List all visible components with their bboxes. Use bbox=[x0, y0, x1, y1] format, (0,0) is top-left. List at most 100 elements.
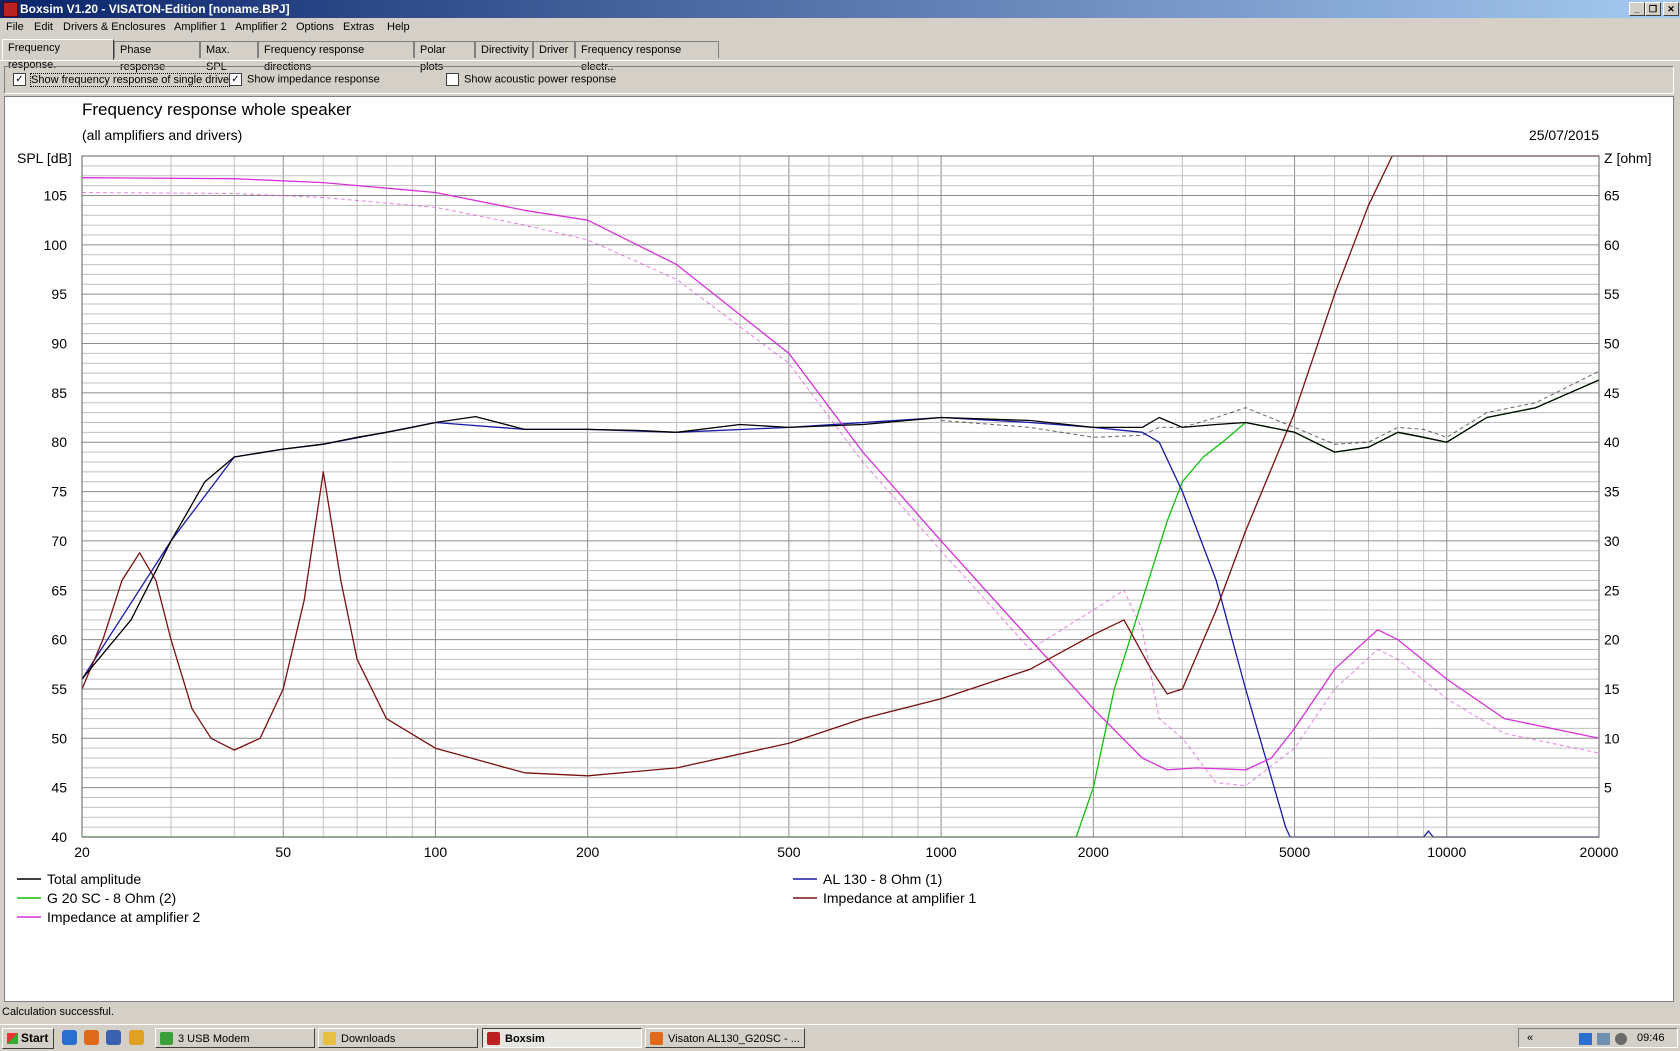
app-icon bbox=[3, 2, 18, 17]
media-icon[interactable] bbox=[129, 1030, 144, 1045]
y-tick-label: 65 bbox=[51, 582, 67, 598]
frequency-response-chart: Frequency response whole speaker (all am… bbox=[17, 100, 1651, 925]
tab-driver[interactable]: Driver bbox=[533, 41, 575, 58]
desktop-icon[interactable] bbox=[106, 1030, 121, 1045]
menu-help[interactable]: Help bbox=[387, 21, 410, 33]
clock[interactable]: 09:46 bbox=[1637, 1032, 1665, 1044]
impedance-checkbox[interactable]: ✓ Show impedance response bbox=[229, 73, 380, 86]
y2-tick-label: 15 bbox=[1604, 681, 1620, 697]
y2-tick-label: 65 bbox=[1604, 187, 1620, 203]
start-button[interactable]: Start bbox=[2, 1028, 54, 1049]
y-tick-label: 85 bbox=[51, 385, 67, 401]
single-driver-checkbox[interactable]: ✓ Show frequency response of single drive bbox=[13, 72, 231, 87]
network-icon[interactable] bbox=[1579, 1033, 1592, 1045]
y2-tick-label: 55 bbox=[1604, 286, 1620, 302]
volume-icon[interactable] bbox=[1597, 1033, 1610, 1045]
modem-icon bbox=[160, 1032, 173, 1045]
checkbox-box: ✓ bbox=[13, 73, 26, 86]
menu-edit[interactable]: Edit bbox=[34, 21, 53, 33]
firefox-icon[interactable] bbox=[84, 1030, 99, 1045]
single-driver-label: Show frequency response of single drive bbox=[29, 72, 231, 87]
window-title: Boxsim V1.20 - VISATON-Edition [noname.B… bbox=[20, 2, 290, 16]
menu-amplifier-1[interactable]: Amplifier 1 bbox=[174, 21, 226, 33]
series-line-imp2_dashed bbox=[81, 192, 1600, 787]
menu-amplifier-2[interactable]: Amplifier 2 bbox=[235, 21, 287, 33]
menu-options[interactable]: Options bbox=[296, 21, 334, 33]
checkbox-box: ✓ bbox=[229, 73, 242, 86]
close-icon[interactable]: ✕ bbox=[1663, 2, 1679, 16]
ie-icon[interactable] bbox=[62, 1030, 77, 1045]
task-label: Downloads bbox=[341, 1033, 396, 1045]
chart-title: Frequency response whole speaker bbox=[82, 100, 352, 119]
x-tick-label: 200 bbox=[576, 844, 600, 860]
legend-label: AL 130 - 8 Ohm (1) bbox=[823, 871, 942, 887]
tab-frequency-response-directions[interactable]: Frequency response directions bbox=[258, 41, 414, 73]
y2-axis-label: Z [ohm] bbox=[1604, 150, 1651, 166]
y2-tick-label: 45 bbox=[1604, 385, 1620, 401]
checkbox-box bbox=[446, 73, 459, 86]
y-tick-label: 50 bbox=[51, 730, 67, 746]
plot-frame bbox=[81, 155, 1600, 838]
task-usb-modem[interactable]: 3 USB Modem bbox=[155, 1028, 315, 1048]
y2-tick-label: 10 bbox=[1604, 730, 1620, 746]
axis-ticks: 20 50 100 200 500 1000 2000 5000 10000 20000 40 45 5… bbox=[44, 187, 1620, 860]
task-label: Visaton AL130_G20SC - ... bbox=[668, 1033, 800, 1045]
menu-extras[interactable]: Extras bbox=[343, 21, 374, 33]
tab-directivity[interactable]: Directivity bbox=[475, 41, 533, 58]
y-tick-label: 45 bbox=[51, 780, 67, 796]
x-tick-label: 50 bbox=[275, 844, 291, 860]
tab-max-spl[interactable]: Max. SPL bbox=[200, 41, 258, 73]
chart-grid bbox=[81, 155, 1600, 838]
acoustic-power-checkbox[interactable]: Show acoustic power response bbox=[446, 73, 616, 86]
restore-icon[interactable]: ❐ bbox=[1645, 2, 1661, 16]
task-downloads[interactable]: Downloads bbox=[318, 1028, 478, 1048]
tab-frequency-response[interactable]: Frequency response. bbox=[2, 39, 114, 71]
options-panel: ✓ Show frequency response of single drive… bbox=[4, 66, 1674, 94]
series-line-total bbox=[81, 379, 1600, 680]
y2-tick-label: 40 bbox=[1604, 434, 1620, 450]
y2-tick-label: 50 bbox=[1604, 336, 1620, 352]
tab-bar: Frequency response. Phase response Max. … bbox=[0, 38, 1680, 73]
task-label: 3 USB Modem bbox=[178, 1033, 250, 1045]
y-tick-label: 40 bbox=[51, 829, 67, 845]
legend-label: G 20 SC - 8 Ohm (2) bbox=[47, 890, 176, 906]
chart-area: Frequency response whole speaker (all am… bbox=[4, 96, 1674, 1002]
series-line-total_dashed bbox=[941, 370, 1600, 445]
y-tick-label: 55 bbox=[51, 681, 67, 697]
chart-legend: Total amplitude AL 130 - 8 Ohm (1) G 20 SC… bbox=[17, 871, 977, 925]
y-tick-label: 60 bbox=[51, 632, 67, 648]
power-icon[interactable] bbox=[1615, 1033, 1627, 1045]
legend-label: Impedance at amplifier 1 bbox=[823, 890, 977, 906]
series-line-al130 bbox=[81, 416, 1599, 838]
tab-polar-plots[interactable]: Polar plots bbox=[414, 41, 475, 73]
firefox-icon bbox=[650, 1032, 663, 1045]
x-tick-label: 2000 bbox=[1078, 844, 1109, 860]
y2-tick-label: 25 bbox=[1604, 582, 1620, 598]
series-line-g20 bbox=[82, 379, 1600, 838]
menu-drivers-enclosures[interactable]: Drivers & Enclosures bbox=[63, 21, 166, 33]
tab-phase-response[interactable]: Phase response bbox=[114, 41, 200, 73]
y2-tick-label: 30 bbox=[1604, 533, 1620, 549]
boxsim-icon bbox=[487, 1032, 500, 1045]
tab-frequency-response-electrical[interactable]: Frequency response electr.. bbox=[575, 41, 719, 73]
status-text: Calculation successful. bbox=[2, 1006, 114, 1018]
y-tick-label: 95 bbox=[51, 286, 67, 302]
y-tick-label: 105 bbox=[44, 187, 68, 203]
task-boxsim[interactable]: Boxsim bbox=[482, 1028, 642, 1048]
x-tick-label: 100 bbox=[424, 844, 448, 860]
status-bar: Calculation successful. bbox=[0, 1003, 1680, 1021]
x-tick-label: 500 bbox=[777, 844, 801, 860]
y-tick-label: 70 bbox=[51, 533, 67, 549]
chart-series bbox=[81, 155, 1600, 838]
system-tray: « 09:46 bbox=[1518, 1028, 1678, 1048]
y-tick-label: 90 bbox=[51, 336, 67, 352]
minimize-icon[interactable]: _ bbox=[1629, 2, 1645, 16]
task-visaton-browser[interactable]: Visaton AL130_G20SC - ... bbox=[645, 1028, 805, 1048]
windows-logo-icon bbox=[7, 1033, 18, 1044]
legend-label: Total amplitude bbox=[47, 871, 141, 887]
menu-file[interactable]: File bbox=[6, 21, 24, 33]
task-label: Boxsim bbox=[505, 1033, 545, 1045]
x-tick-label: 20000 bbox=[1580, 844, 1619, 860]
acoustic-power-label: Show acoustic power response bbox=[464, 73, 617, 86]
tray-expand-icon[interactable]: « bbox=[1527, 1032, 1533, 1044]
